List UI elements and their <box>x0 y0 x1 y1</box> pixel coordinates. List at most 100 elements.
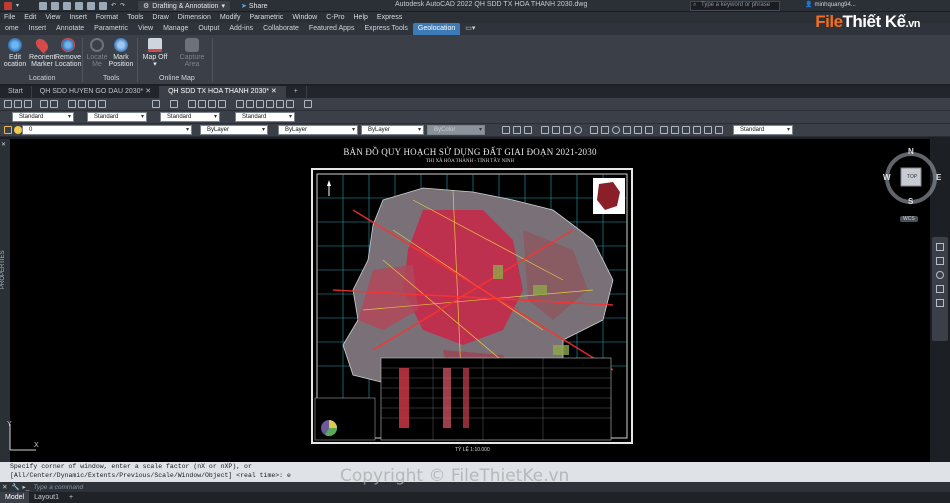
region-icon[interactable] <box>682 126 690 134</box>
app-menu-icon[interactable] <box>4 1 12 10</box>
menu-item-modify[interactable]: Modify <box>220 14 241 21</box>
rectangle-icon[interactable] <box>552 126 560 134</box>
hatch-icon[interactable] <box>660 126 668 134</box>
ribbon-tab-output[interactable]: Output <box>193 23 224 35</box>
ribbon-tab-parametric[interactable]: Parametric <box>89 23 133 35</box>
menu-item-window[interactable]: Window <box>292 14 317 21</box>
quickcalc-icon[interactable] <box>286 100 294 108</box>
ribbon-tab-featured-apps[interactable]: Featured Apps <box>304 23 360 35</box>
sheet-set-icon[interactable] <box>266 100 274 108</box>
color-select[interactable]: ByLayer <box>200 125 268 135</box>
orbit-icon[interactable] <box>936 285 944 293</box>
preview-icon[interactable] <box>50 100 58 108</box>
zoom-realtime-icon[interactable] <box>198 100 206 108</box>
new-icon[interactable] <box>39 1 48 10</box>
capture-area-button[interactable]: Capture Area <box>179 38 205 68</box>
dim-style-select[interactable]: Standard <box>87 112 147 122</box>
menu-item-help[interactable]: Help <box>354 14 368 21</box>
close-icon[interactable]: ✕ <box>2 483 7 491</box>
lightbulb-icon[interactable] <box>14 126 22 134</box>
menu-item-edit[interactable]: Edit <box>24 14 36 21</box>
polyline-icon[interactable] <box>524 126 532 134</box>
layout-tab-model[interactable]: Model <box>0 492 30 503</box>
table-style-select[interactable]: Standard <box>160 112 220 122</box>
line-icon[interactable] <box>502 126 510 134</box>
polygon-icon[interactable] <box>541 126 549 134</box>
undo-icon[interactable] <box>152 100 160 108</box>
edit-location-button[interactable]: Edit ocation <box>2 38 28 68</box>
menu-item-file[interactable]: File <box>4 14 15 21</box>
ribbon-tab-ome[interactable]: ome <box>0 23 24 35</box>
map-off-button[interactable]: Map Off ▾ <box>142 38 168 68</box>
menu-item-parametric[interactable]: Parametric <box>249 14 283 21</box>
plot-icon[interactable] <box>40 100 48 108</box>
match-properties-icon[interactable] <box>98 100 106 108</box>
compass-west[interactable]: W <box>883 173 891 182</box>
layer-properties-icon[interactable] <box>4 126 12 134</box>
save-icon[interactable] <box>63 1 72 10</box>
ribbon-tab-express-tools[interactable]: Express Tools <box>359 23 412 35</box>
redo-icon[interactable]: ↷ <box>120 2 125 9</box>
menu-item-dimension[interactable]: Dimension <box>178 14 211 21</box>
mleader-style-select[interactable]: Standard <box>235 112 295 122</box>
doc-tab-drawing[interactable]: QH SDD TX HOA THANH 2030* ✕ <box>160 86 286 98</box>
doc-tab-drawing[interactable]: QH SDD HUYEN GO DAU 2030* ✕ <box>32 86 161 98</box>
zoom-window-icon[interactable] <box>208 100 216 108</box>
menu-item-draw[interactable]: Draw <box>152 14 168 21</box>
mtext-icon[interactable] <box>704 126 712 134</box>
text-style-select[interactable]: Standard <box>12 112 74 122</box>
new-layout-icon[interactable]: + <box>64 492 78 503</box>
close-tab-icon[interactable]: ✕ <box>143 88 151 95</box>
menu-item-insert[interactable]: Insert <box>69 14 87 21</box>
arc-icon[interactable] <box>563 126 571 134</box>
ellipse-icon[interactable] <box>612 126 620 134</box>
construction-line-icon[interactable] <box>513 126 521 134</box>
app-menu-dropdown-icon[interactable]: ▾ <box>16 2 19 9</box>
close-tab-icon[interactable]: ✕ <box>269 88 277 95</box>
paste-icon[interactable] <box>88 100 96 108</box>
cut-icon[interactable] <box>68 100 76 108</box>
new-tab-icon[interactable]: + <box>286 86 307 98</box>
user-account[interactable]: 👤 minhquang94... <box>805 1 856 9</box>
add-selected-icon[interactable] <box>715 126 723 134</box>
circle-icon[interactable] <box>574 126 582 134</box>
menu-item-tools[interactable]: Tools <box>127 14 143 21</box>
properties-tab[interactable]: PROPERTIES <box>0 240 10 300</box>
compass-east[interactable]: E <box>936 173 941 182</box>
plot-icon[interactable] <box>99 1 108 10</box>
remove-location-button[interactable]: Remove Location <box>55 38 81 68</box>
help-icon[interactable] <box>304 100 312 108</box>
compass-north[interactable]: N <box>908 147 914 156</box>
markup-icon[interactable] <box>276 100 284 108</box>
point-icon[interactable] <box>645 126 653 134</box>
search-input[interactable]: ⌕ Type a keyword or phrase <box>690 1 780 11</box>
ribbon-options-icon[interactable]: ▭▾ <box>460 23 480 35</box>
doc-tab-start[interactable]: Start <box>0 86 32 98</box>
linetype-select[interactable]: ByLayer <box>278 125 358 135</box>
ribbon-tab-geolocation[interactable]: Geolocation <box>412 23 461 35</box>
viewcube-top-face[interactable]: TOP <box>907 174 917 180</box>
layer-select[interactable]: 0 <box>22 125 192 135</box>
open-icon[interactable] <box>14 100 22 108</box>
properties-icon[interactable] <box>236 100 244 108</box>
zoom-previous-icon[interactable] <box>218 100 226 108</box>
tool-palettes-icon[interactable] <box>256 100 264 108</box>
design-center-icon[interactable] <box>246 100 254 108</box>
web-mobile-icon[interactable] <box>87 1 96 10</box>
ribbon-tab-collaborate[interactable]: Collaborate <box>258 23 304 35</box>
ribbon-tab-add-ins[interactable]: Add-ins <box>224 23 258 35</box>
properties-palette-strip[interactable]: ✕ <box>0 139 10 462</box>
close-icon[interactable]: ✕ <box>1 141 6 148</box>
viewcube[interactable]: TOP N S E W <box>882 147 942 216</box>
make-block-icon[interactable] <box>634 126 642 134</box>
showmotion-icon[interactable] <box>936 299 944 307</box>
save-icon[interactable] <box>24 100 32 108</box>
steering-wheel-icon[interactable] <box>936 243 944 251</box>
spline-icon[interactable] <box>601 126 609 134</box>
save-as-icon[interactable] <box>75 1 84 10</box>
revision-cloud-icon[interactable] <box>590 126 598 134</box>
pan-icon[interactable] <box>936 257 944 265</box>
ribbon-tab-insert[interactable]: Insert <box>24 23 52 35</box>
table-icon[interactable] <box>693 126 701 134</box>
wcs-menu[interactable]: WCS <box>900 216 918 222</box>
